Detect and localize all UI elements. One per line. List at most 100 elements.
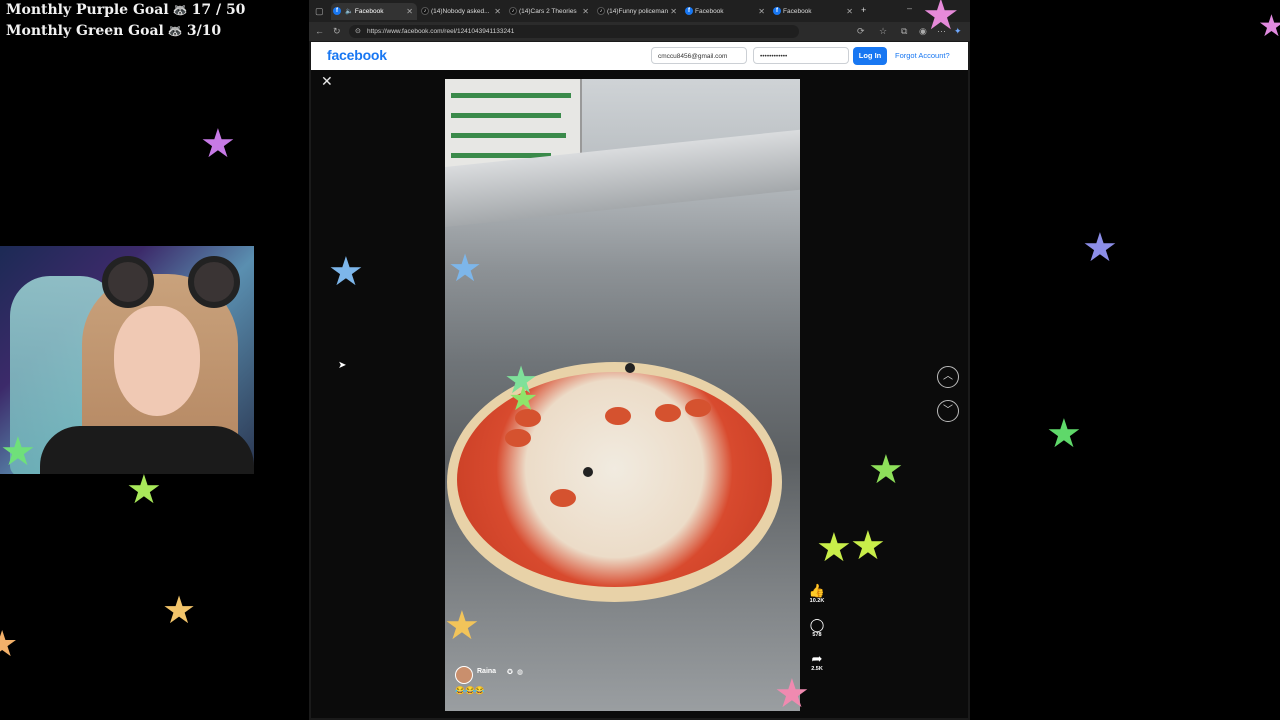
raccoon-icon: 🦝 <box>167 24 183 38</box>
globe-icon: ◍ <box>517 669 524 676</box>
share-action[interactable]: ➦ 2.5K <box>802 652 832 673</box>
favorites-icon[interactable]: ☆ <box>879 25 887 38</box>
next-reel-button[interactable]: ﹀ <box>937 400 959 422</box>
password-field[interactable]: •••••••••••• <box>753 47 849 64</box>
close-tab-icon[interactable]: ✕ <box>758 3 765 20</box>
star-icon: ★ <box>508 380 539 418</box>
speaker-icon: 🔈 <box>345 8 354 15</box>
ear-headband-right <box>188 256 240 308</box>
ear-headband-left <box>102 256 154 308</box>
star-icon: ★ <box>868 448 904 492</box>
star-icon: ★ <box>850 524 886 568</box>
reel-caption-emojis: 😂😂😂 <box>455 686 485 695</box>
chevron-up-icon: ︿ <box>943 371 953 382</box>
tab-facebook-1[interactable]: f 🔈 Facebook ✕ <box>331 3 417 20</box>
facebook-icon: f <box>773 7 781 15</box>
goal-value: 17 / 50 <box>191 2 246 18</box>
email-field[interactable]: cmccu8456@gmail.com <box>651 47 747 64</box>
close-tab-icon[interactable]: ✕ <box>406 3 413 20</box>
olive <box>625 363 635 373</box>
pepperoni <box>685 399 711 417</box>
star-icon: ★ <box>162 590 197 632</box>
purple-goal: Monthly Purple Goal 🦝 17 / 50 <box>6 2 245 18</box>
reel-viewer: ✕ Raina ✪ ◍ � <box>311 70 968 718</box>
close-tab-icon[interactable]: ✕ <box>494 3 501 20</box>
tab-facebook-2[interactable]: f Facebook ✕ <box>683 3 769 20</box>
star-icon: ★ <box>816 526 852 570</box>
tab-title: Facebook <box>695 8 724 15</box>
facebook-header: facebook cmccu8456@gmail.com •••••••••••… <box>311 42 968 70</box>
tiktok-icon: ♪ <box>421 7 429 15</box>
reel-video[interactable]: Raina ✪ ◍ 😂😂😂 <box>445 79 800 711</box>
avatar[interactable] <box>455 666 473 684</box>
collections-icon[interactable]: ⧉ <box>901 25 907 38</box>
close-icon[interactable]: ✕ <box>321 73 333 90</box>
chevron-down-icon: ﹀ <box>943 405 953 416</box>
share-icon[interactable]: ➦ <box>802 652 832 666</box>
tiktok-icon: ♪ <box>509 7 517 15</box>
menu-line <box>451 113 561 118</box>
star-icon: ★ <box>1046 412 1082 456</box>
close-tab-icon[interactable]: ✕ <box>846 3 853 20</box>
facebook-icon: f <box>685 7 693 15</box>
verified-icon: ✪ <box>507 669 513 676</box>
streamer-face <box>114 306 200 416</box>
tab-facebook-3[interactable]: f Facebook ✕ <box>771 3 857 20</box>
star-icon: ★ <box>328 250 364 294</box>
menu-line <box>451 133 566 138</box>
star-icon: ★ <box>448 248 483 290</box>
tab-title: Facebook <box>354 8 384 15</box>
thumbs-up-icon[interactable]: 👍 <box>802 584 832 598</box>
browser-window: ▢ f 🔈 Facebook ✕ ♪ (14)Nobody asked... ✕… <box>309 0 970 720</box>
tab-tiktok-1[interactable]: ♪ (14)Nobody asked... ✕ <box>419 3 505 20</box>
like-count: 10.2K <box>809 598 825 604</box>
pepperoni <box>550 489 576 507</box>
green-goal: Monthly Green Goal 🦝 3/10 <box>6 23 221 39</box>
tab-title: (14)Funny policeman <box>607 8 669 15</box>
tab-title: Facebook <box>783 8 812 15</box>
url-text: https://www.facebook.com/reel/1241043941… <box>367 28 515 35</box>
close-tab-icon[interactable]: ✕ <box>670 3 677 20</box>
tiktok-icon: ♪ <box>597 7 605 15</box>
comment-count: 578 <box>812 632 822 638</box>
login-button[interactable]: Log In <box>853 47 887 65</box>
comment-icon[interactable]: ◯ <box>802 618 832 632</box>
tab-title: (14)Cars 2 Theories <box>519 8 577 15</box>
close-tab-icon[interactable]: ✕ <box>582 3 589 20</box>
site-info-icon[interactable]: ⊙ <box>355 25 361 38</box>
comment-action[interactable]: ◯ 578 <box>802 618 832 639</box>
url-field[interactable]: ⊙ https://www.facebook.com/reel/12410439… <box>349 25 799 38</box>
new-tab-icon[interactable]: + <box>861 4 866 17</box>
webcam-feed <box>0 246 254 474</box>
goal-label: Monthly Purple Goal <box>6 2 169 18</box>
pepperoni <box>505 429 531 447</box>
forgot-account-link[interactable]: Forgot Account? <box>895 47 950 65</box>
star-icon: ★ <box>922 0 960 38</box>
refresh-icon[interactable]: ↻ <box>333 25 341 38</box>
star-icon: ★ <box>1258 10 1280 43</box>
star-icon: ★ <box>126 468 162 512</box>
mouse-cursor-icon: ➤ <box>338 360 347 371</box>
menu-line <box>451 93 571 98</box>
tab-tiktok-3[interactable]: ♪ (14)Funny policeman ✕ <box>595 3 681 20</box>
pepperoni <box>655 404 681 422</box>
back-icon[interactable]: ← <box>315 25 324 38</box>
raccoon-icon: 🦝 <box>172 3 188 17</box>
star-icon: ★ <box>200 122 236 166</box>
star-icon: ★ <box>1082 226 1118 270</box>
tab-actions-icon[interactable]: ▢ <box>315 5 324 18</box>
reel-author[interactable]: Raina ✪ ◍ <box>455 666 605 684</box>
like-action[interactable]: 👍 10.2K <box>802 584 832 605</box>
minimize-icon[interactable]: – <box>907 2 912 15</box>
tab-tiktok-2[interactable]: ♪ (14)Cars 2 Theories ✕ <box>507 3 593 20</box>
star-icon: ★ <box>774 672 810 716</box>
author-name[interactable]: Raina <box>477 668 496 675</box>
facebook-logo[interactable]: facebook <box>327 47 387 63</box>
pizza-toppings <box>457 372 772 587</box>
star-icon: ★ <box>444 604 480 648</box>
extensions-icon[interactable]: ⟳ <box>857 25 865 38</box>
previous-reel-button[interactable]: ︿ <box>937 366 959 388</box>
goal-value: 3/10 <box>186 23 222 39</box>
olive <box>583 467 593 477</box>
goal-label: Monthly Green Goal <box>6 23 164 39</box>
